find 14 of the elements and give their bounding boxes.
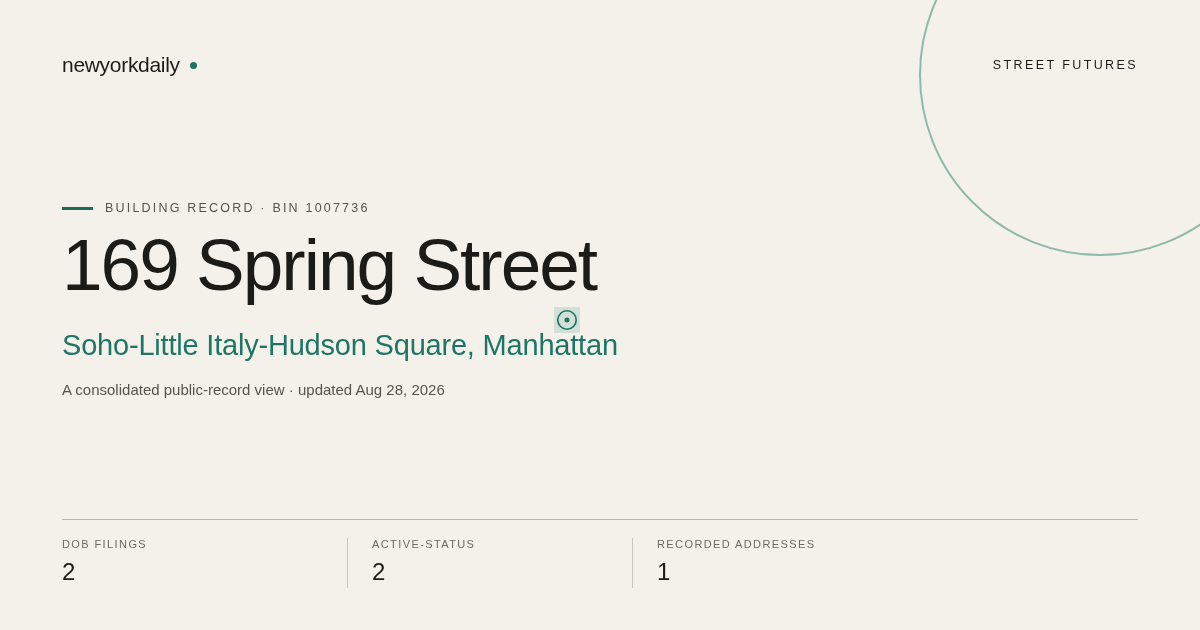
stat-label: ACTIVE-STATUS <box>372 538 477 550</box>
stat-value: 1 <box>657 558 672 586</box>
eyebrow-label: BUILDING RECORD · BIN 1007736 <box>105 201 370 215</box>
neighborhood-subtitle: Soho-Little Italy-Hudson Square, Manhattan <box>62 329 618 362</box>
stat-value: 2 <box>372 558 387 586</box>
page-title: 169 Spring Street <box>62 223 597 307</box>
description-text: A consolidated public-record view · updated Aug 28, 2026 <box>62 381 446 398</box>
section-label: STREET FUTURES <box>992 58 1138 72</box>
dot-icon <box>189 61 197 69</box>
brand-logo[interactable]: newyorkdaily <box>62 53 180 77</box>
stat-label: RECORDED ADDRESSES <box>657 538 817 550</box>
stat-label: DOB FILINGS <box>62 538 149 550</box>
target-icon <box>554 307 580 333</box>
stat-value: 2 <box>62 558 77 586</box>
